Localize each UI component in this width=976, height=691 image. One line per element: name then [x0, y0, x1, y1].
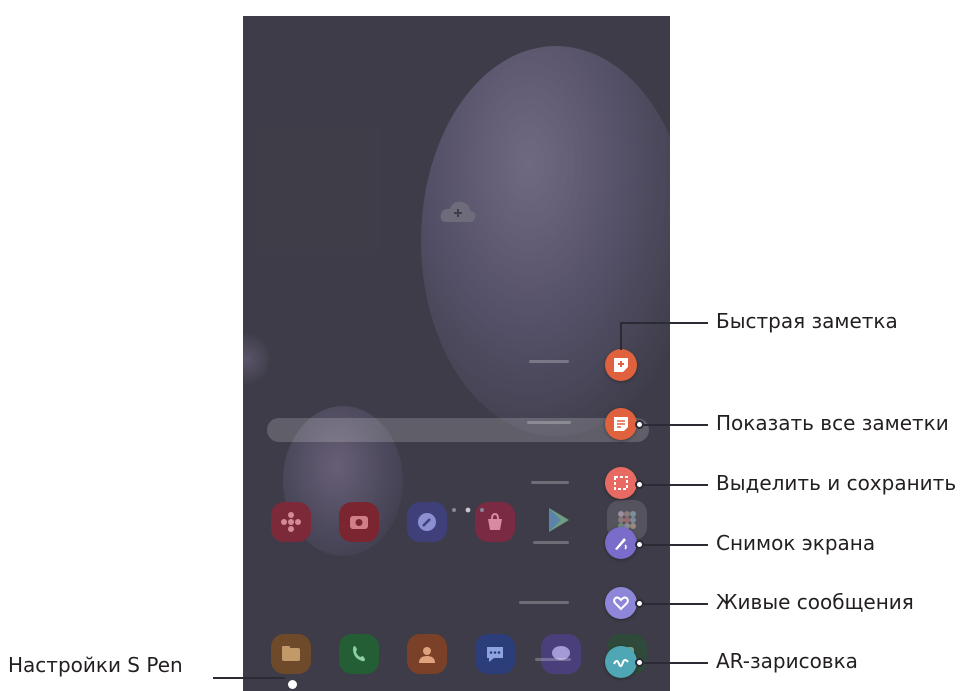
google-search-bar[interactable]: [267, 418, 649, 442]
live-messages-label: Живые сообщения: [716, 590, 914, 614]
spen-settings-label: Настройки S Pen: [8, 653, 183, 677]
create-note-button[interactable]: [605, 349, 637, 381]
screen-write-label: Снимок экрана: [716, 531, 876, 555]
smart-select-label: Выделить и сохранить: [716, 471, 957, 495]
view-all-notes-label: Показать все заметки: [716, 411, 949, 435]
ar-doodle-button[interactable]: [605, 646, 637, 678]
browser-app-icon[interactable]: [407, 502, 447, 542]
callout-dot: [635, 480, 644, 489]
callout-dot: [635, 540, 644, 549]
air-menu-faint-label: [527, 421, 571, 424]
camera-app-icon[interactable]: [339, 502, 379, 542]
callout-dot: [635, 599, 644, 608]
callout-line: [620, 322, 708, 324]
ar-doodle-label: AR-зарисовка: [716, 649, 858, 673]
air-menu-faint-label: [519, 601, 569, 604]
pen-screen-icon: [615, 538, 627, 550]
tablet-screen: [243, 16, 670, 691]
messages-app-icon[interactable]: [475, 634, 515, 674]
callout-dot: [635, 658, 644, 667]
callout-line: [644, 484, 708, 486]
note-plus-icon: [614, 358, 628, 372]
callout-line: [644, 603, 708, 605]
create-note-label: Быстрая заметка: [716, 309, 898, 333]
folder-app-icon[interactable]: [271, 634, 311, 674]
callout-line: [644, 424, 708, 426]
callout-line: [644, 662, 708, 664]
flower-app-icon[interactable]: [271, 502, 311, 542]
air-menu-faint-label: [535, 658, 571, 661]
air-menu-faint-label: [529, 360, 569, 363]
air-menu-faint-label: [533, 541, 569, 544]
squiggle-icon: [613, 659, 629, 668]
view-all-notes-button[interactable]: [605, 408, 637, 440]
air-command-scrim: [243, 16, 670, 691]
callout-dot: [635, 420, 644, 429]
cloud-add-icon[interactable]: [439, 198, 477, 224]
chat-app-icon[interactable]: [541, 634, 581, 674]
callout-line: [644, 544, 708, 546]
page-indicator: [452, 507, 484, 513]
live-messages-button[interactable]: [605, 587, 637, 619]
notes-list-icon: [614, 417, 628, 431]
callout-line: [213, 677, 285, 679]
screen-write-button[interactable]: [605, 527, 637, 559]
heart-icon: [613, 596, 629, 611]
gear-icon[interactable]: [288, 680, 297, 689]
selection-frame-icon: [614, 476, 628, 490]
smart-select-button[interactable]: [605, 467, 637, 499]
phone-app-icon[interactable]: [339, 634, 379, 674]
air-menu-faint-label: [531, 481, 569, 484]
play-store-icon[interactable]: [539, 500, 579, 540]
contacts-app-icon[interactable]: [407, 634, 447, 674]
callout-line-vertical: [620, 322, 622, 350]
